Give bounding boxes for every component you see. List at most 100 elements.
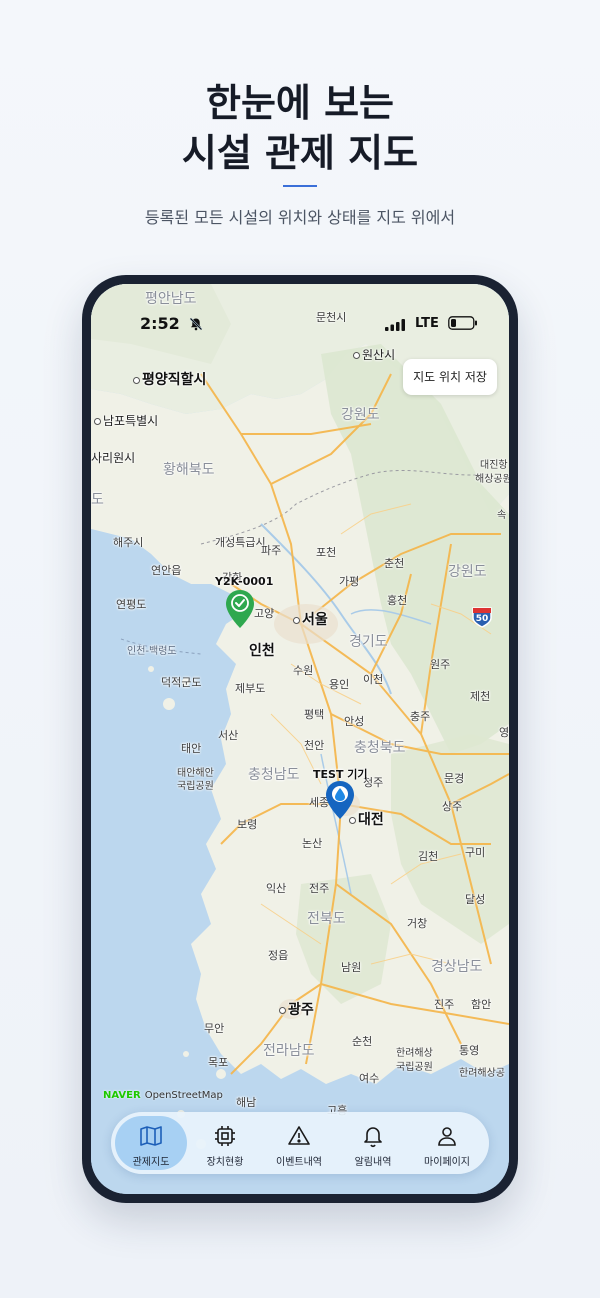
map-label-yongin: 용인 [329, 678, 350, 691]
map-label-jinju: 진주 [434, 998, 455, 1011]
map-label-chungju: 충주 [410, 710, 431, 723]
tab-label: 이벤트내역 [276, 1157, 322, 1168]
map-label-gangwondo-n: 강원도 [341, 407, 380, 423]
map-label-incheon: 인천 [249, 643, 275, 659]
map-label-gwangju: 광주 [279, 999, 314, 1019]
map-attribution[interactable]: NAVER OpenStreetMap [103, 1090, 223, 1101]
highway-shield-icon: 50 [471, 606, 493, 628]
device-marker-y2k-0001[interactable] [225, 589, 255, 629]
map-label-yeonpyeong: 연평도 [116, 598, 147, 611]
map-label-hwanghaebukdo: 황해북도 [163, 462, 215, 478]
map-label-gimcheon: 김천 [418, 850, 439, 863]
map-label-nonsan: 논산 [302, 837, 323, 850]
map-label-cheonan: 천안 [304, 739, 325, 752]
map-label-pocheon: 포천 [316, 546, 337, 559]
map-label-chuncheon: 춘천 [384, 557, 405, 570]
map-label-dalseong: 달성 [465, 893, 486, 906]
map-label-jeollanamdo: 전라남도 [263, 1043, 315, 1059]
map-label-tongyeong: 통영 [459, 1044, 480, 1057]
map-label-dodo: 도 [91, 492, 104, 508]
status-bar: 2:52 LTE [91, 284, 509, 354]
map-label-jeollabukdo: 전북도 [307, 911, 346, 927]
person-icon [438, 1127, 456, 1146]
map-label-sangju: 상주 [442, 800, 463, 813]
map-label-seoul: 서울 [293, 609, 328, 629]
map-label-pyeongtaek: 평택 [304, 708, 325, 721]
map-label-jecheon: 제천 [470, 690, 491, 703]
map-icon [140, 1126, 162, 1146]
map-label-haeju: 해주시 [113, 536, 144, 549]
map-label-gyeonggido: 경기도 [349, 634, 388, 650]
map-label-yeosu: 여수 [359, 1072, 380, 1085]
map-label-suncheon: 순천 [352, 1035, 373, 1048]
map-label-icheon: 이천 [363, 673, 384, 686]
map-label-gyeongsangnamdo: 경상남도 [431, 959, 483, 975]
map-label-incheon-baengnyeong: 인천-백령도 [127, 646, 177, 657]
map-label-jeonju: 전주 [309, 882, 330, 895]
promo-divider [283, 185, 317, 187]
map-label-jebu: 제부도 [235, 682, 266, 695]
battery-icon [448, 316, 477, 330]
map-label-haenam: 해남 [236, 1096, 257, 1109]
map-label-yeong: 영 [499, 726, 509, 739]
device-marker-test[interactable] [325, 780, 355, 820]
map-label-gumi: 구미 [465, 846, 486, 859]
save-map-location-button[interactable]: 지도 위치 저장 [403, 359, 497, 395]
map-label-mungyeong: 문경 [444, 772, 465, 785]
map-label-wonju: 원주 [430, 658, 451, 671]
device-marker-label: Y2K-0001 [215, 575, 274, 588]
map-label-yeonan: 연안읍 [151, 564, 182, 577]
map-label-goyang: 고양 [254, 607, 275, 620]
bottom-tab-bar: 관제지도 장치현황 이벤트내역 알림내역 마이페이지 [111, 1112, 489, 1174]
tab-label: 장치현황 [206, 1157, 244, 1168]
promo-subtitle: 등록된 모든 시설의 위치와 상태를 지도 위에서 [144, 208, 456, 227]
tab-control-map[interactable]: 관제지도 [115, 1116, 187, 1170]
map-label-boryeong: 보령 [237, 818, 258, 831]
map-label-taean-park2: 국립공원 [177, 781, 214, 792]
bell-muted-icon [189, 317, 203, 331]
map-label-pyongyang: 평양직할시 [133, 369, 206, 389]
tab-event-history[interactable]: 이벤트내역 [263, 1116, 335, 1170]
phone-frame: 평안남도 문천시 원산시 평양직할시 남포특별시 강원도 사리원시 황해북도 대… [82, 275, 518, 1203]
chip-icon [215, 1126, 235, 1146]
map-label-taean: 태안 [181, 742, 202, 755]
map-label-iksan: 익산 [266, 882, 287, 895]
warning-icon [288, 1126, 310, 1145]
map-label-geochang: 거창 [407, 917, 428, 930]
map-label-sok: 속 [497, 510, 507, 521]
map-label-hallyeo3: 한려해상공 [459, 1068, 505, 1079]
map-label-daejin: 대진항 [480, 460, 508, 471]
naver-logo: NAVER [103, 1090, 141, 1101]
tab-label: 관제지도 [132, 1157, 170, 1168]
map-label-paju: 파주 [261, 544, 282, 557]
map-label-mokpo: 목포 [208, 1056, 229, 1069]
phone-screen: 평안남도 문천시 원산시 평양직할시 남포특별시 강원도 사리원시 황해북도 대… [91, 284, 509, 1194]
tab-my-page[interactable]: 마이페이지 [411, 1116, 483, 1170]
promo-title: 한눈에 보는 시설 관제 지도 [0, 78, 600, 178]
tab-notification-history[interactable]: 알림내역 [337, 1116, 409, 1170]
map-label-suwon: 수원 [293, 664, 314, 677]
map-label-gaesong: 개성특급시 [215, 536, 266, 549]
tab-label: 알림내역 [354, 1157, 392, 1168]
map-label-namwon: 남원 [341, 961, 362, 974]
map-label-chungcheongbukdo: 충청북도 [354, 740, 406, 756]
map-label-chungcheongnamdo: 충청남도 [248, 767, 300, 783]
status-time: 2:52 [140, 314, 180, 333]
map-label-hallyeo1: 한려해상 [396, 1048, 433, 1059]
map-label-seosan: 서산 [218, 729, 239, 742]
map-label-muan: 무안 [204, 1022, 225, 1035]
tab-device-status[interactable]: 장치현황 [189, 1116, 261, 1170]
network-type: LTE [415, 316, 439, 331]
map-label-nampo: 남포특별시 [94, 412, 158, 429]
map-label-anseong: 안성 [344, 715, 365, 728]
promo-title-line1: 한눈에 보는 [205, 81, 395, 125]
map-label-deokjeok: 덕적군도 [161, 676, 202, 689]
map-label-haman: 함안 [471, 998, 492, 1011]
signal-icon [385, 319, 405, 331]
map-label-daejin2: 해상공원 [475, 474, 509, 485]
osm-attribution[interactable]: OpenStreetMap [145, 1090, 223, 1101]
map-label-hongcheon: 홍천 [387, 594, 408, 607]
map-label-hallyeo2: 국립공원 [396, 1062, 433, 1073]
bell-icon [364, 1127, 382, 1148]
map-label-gapyeong: 가평 [339, 575, 360, 588]
